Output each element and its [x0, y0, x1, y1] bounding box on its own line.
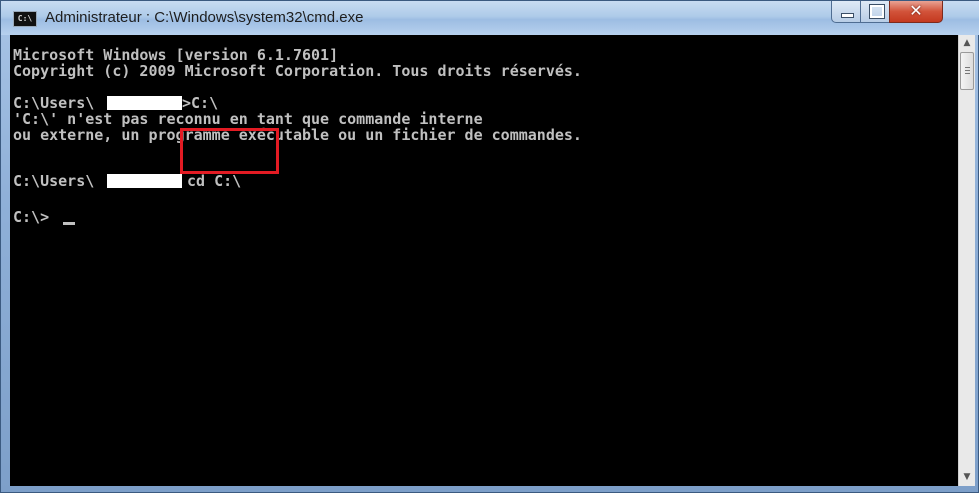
console-line-version: Microsoft Windows [version 6.1.7601] [13, 46, 339, 64]
text-cursor [63, 222, 75, 225]
minimize-button[interactable] [831, 1, 861, 23]
minimize-icon [841, 13, 854, 18]
annotation-highlight-box [180, 128, 279, 174]
console-line-prompt-1: C:\Users\ [13, 94, 95, 112]
window-title: Administrateur : C:\Windows\system32\cmd… [45, 9, 364, 26]
scroll-up-icon[interactable]: ▲ [959, 35, 975, 52]
console-line-command-2: cd C:\ [187, 172, 242, 190]
console-line-error-1: 'C:\' n'est pas reconnu en tant que comm… [13, 110, 483, 128]
console-line-error-2: ou externe, un programme exécutable ou u… [13, 126, 582, 144]
grip-icon [965, 67, 970, 68]
console-line-command-1: >C:\ [182, 94, 219, 112]
scroll-down-icon[interactable]: ▼ [959, 469, 975, 486]
console-line-prompt-3: C:\> [13, 208, 50, 226]
close-button[interactable]: ✕ [889, 1, 943, 23]
console-line-copyright: Copyright (c) 2009 Microsoft Corporation… [13, 62, 582, 80]
maximize-button[interactable] [860, 1, 890, 23]
console-line-prompt-2: C:\Users\ [13, 172, 95, 190]
redacted-username [107, 96, 182, 110]
console-output[interactable]: Microsoft Windows [version 6.1.7601] Cop… [10, 35, 958, 486]
maximize-icon [869, 4, 885, 19]
vertical-scrollbar[interactable]: ▲ ▼ [958, 35, 975, 486]
grip-icon [965, 70, 970, 71]
close-icon: ✕ [909, 1, 923, 20]
scroll-thumb[interactable] [960, 52, 974, 90]
grip-icon [965, 73, 970, 74]
title-bar[interactable]: C:\ Administrateur : C:\Windows\system32… [1, 1, 979, 35]
cmd-app-icon[interactable]: C:\ [13, 11, 37, 27]
redacted-username [107, 174, 182, 188]
cmd-window: C:\ Administrateur : C:\Windows\system32… [0, 0, 979, 493]
